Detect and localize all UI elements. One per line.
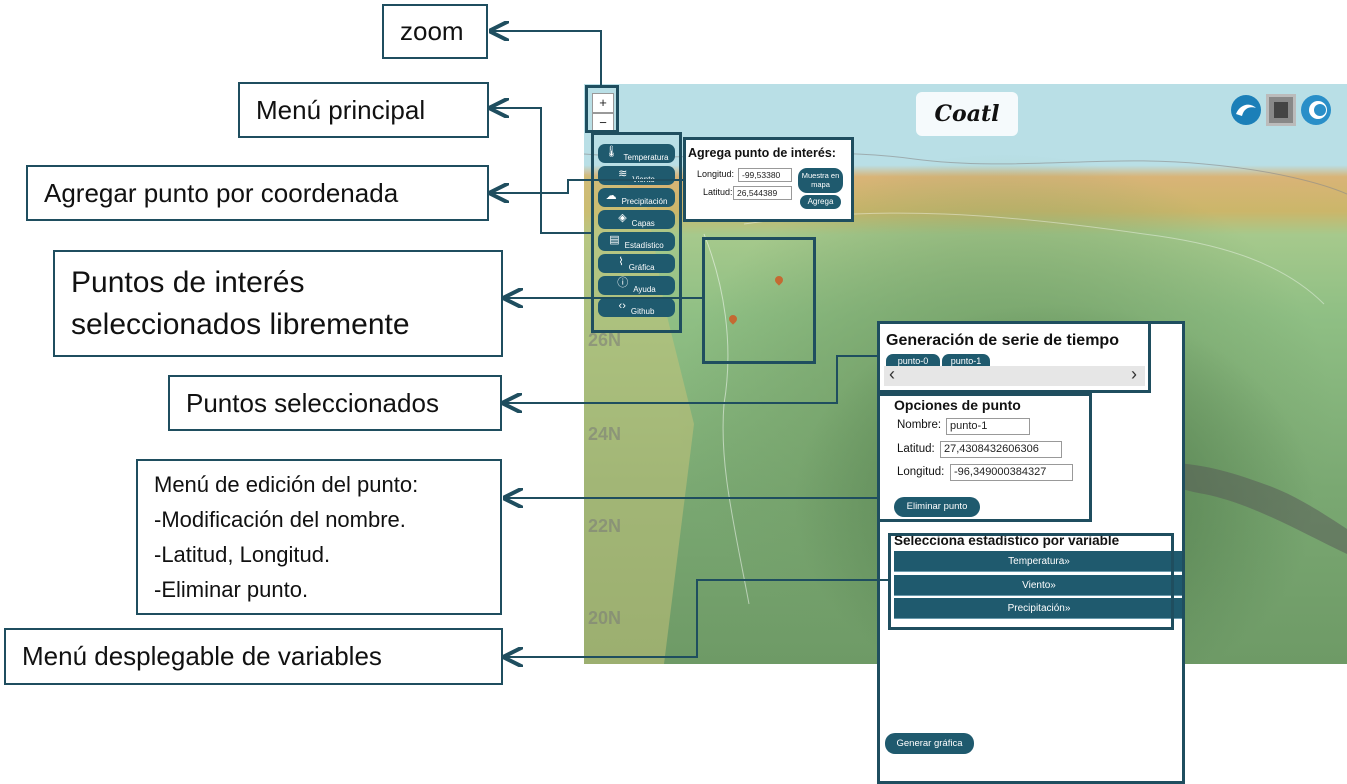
annotation-arrows <box>0 0 888 784</box>
